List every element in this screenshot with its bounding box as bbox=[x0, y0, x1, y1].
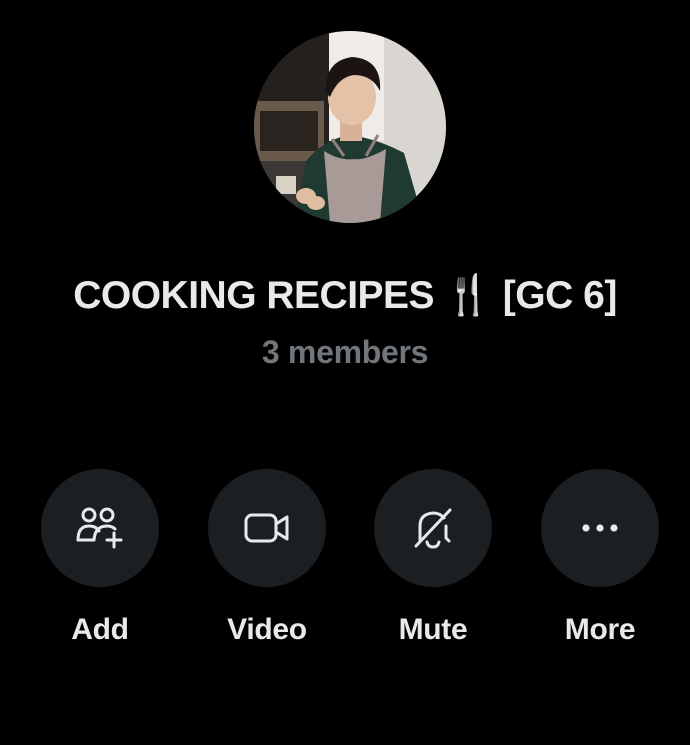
video-camera-icon bbox=[244, 513, 289, 543]
add-label: Add bbox=[71, 613, 129, 646]
bell-off-icon bbox=[414, 508, 452, 549]
more-action: More bbox=[530, 469, 670, 647]
more-button[interactable] bbox=[541, 469, 659, 587]
video-label: Video bbox=[227, 613, 307, 646]
group-info-screen: COOKING RECIPES 🍴 [GC 6] 3 members Add V… bbox=[0, 0, 690, 745]
member-count[interactable]: 3 members bbox=[0, 334, 690, 371]
mute-button[interactable] bbox=[374, 469, 492, 587]
video-action: Video bbox=[197, 469, 337, 647]
group-avatar-image bbox=[254, 31, 446, 223]
group-title: COOKING RECIPES 🍴 [GC 6] bbox=[73, 274, 617, 317]
add-button[interactable] bbox=[41, 469, 159, 587]
group-avatar[interactable] bbox=[254, 31, 446, 223]
mute-label: Mute bbox=[398, 613, 468, 646]
more-dots-icon bbox=[582, 524, 618, 532]
add-action: Add bbox=[30, 469, 170, 647]
mute-action: Mute bbox=[363, 469, 503, 647]
video-button[interactable] bbox=[208, 469, 326, 587]
more-label: More bbox=[564, 613, 636, 646]
add-person-icon bbox=[76, 507, 123, 549]
